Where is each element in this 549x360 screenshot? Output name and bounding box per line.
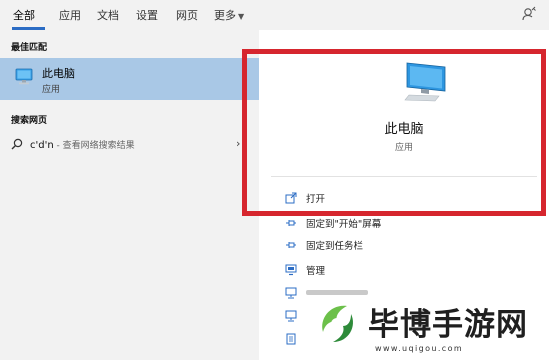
watermark-url: www.uqigou.com — [375, 344, 464, 353]
monitor-icon — [285, 287, 297, 299]
action-manage-label: 管理 — [306, 266, 326, 277]
computer-icon — [15, 68, 33, 85]
monitor-icon — [285, 310, 297, 322]
watermark-logo-icon — [311, 298, 363, 350]
action-pin-taskbar-label: 固定到任务栏 — [306, 241, 364, 252]
manage-icon — [285, 264, 297, 276]
feedback-icon[interactable] — [521, 6, 537, 22]
search-tab-bar: 全部 应用 文档 设置 网页 更多 ▼ — [0, 0, 549, 30]
pin-start-icon — [286, 220, 296, 226]
web-search-text: c'd'n - 查看网络搜索结果 — [30, 138, 135, 151]
highlight-box — [242, 49, 546, 216]
web-search-hint: - 查看网络搜索结果 — [53, 141, 135, 151]
watermark-text: 毕博手游网 — [368, 307, 528, 343]
best-match-item[interactable]: 此电脑 应用 — [0, 58, 259, 100]
tab-all[interactable]: 全部 — [13, 7, 35, 23]
chevron-down-icon: ▼ — [238, 12, 245, 21]
tab-settings[interactable]: 设置 — [136, 7, 158, 23]
action-manage[interactable]: 管理 — [259, 259, 549, 281]
tab-more[interactable]: 更多 ▼ — [214, 7, 244, 23]
tab-web[interactable]: 网页 — [176, 7, 198, 23]
tab-documents[interactable]: 文档 — [97, 7, 119, 23]
pin-taskbar-icon — [286, 242, 296, 248]
obscured-label — [306, 290, 368, 295]
search-icon — [11, 138, 23, 150]
web-search-heading: 搜索网页 — [11, 116, 48, 126]
web-search-item[interactable]: c'd'n - 查看网络搜索结果 › — [0, 134, 259, 156]
best-match-subtitle: 应用 — [42, 85, 61, 95]
best-match-heading: 最佳匹配 — [11, 43, 48, 53]
web-search-query: c'd'n — [30, 140, 54, 151]
best-match-title: 此电脑 — [42, 67, 75, 80]
chevron-right-icon[interactable]: › — [236, 137, 240, 150]
tab-more-label: 更多 — [214, 9, 236, 22]
action-pin-taskbar[interactable]: 固定到任务栏 — [259, 234, 549, 256]
results-pane: 最佳匹配 此电脑 应用 搜索网页 c'd'n - 查看网络搜索结果 › — [0, 30, 259, 360]
action-pin-start-label: 固定到"开始"屏幕 — [306, 219, 382, 230]
tab-apps[interactable]: 应用 — [59, 7, 81, 23]
document-icon — [286, 333, 296, 345]
